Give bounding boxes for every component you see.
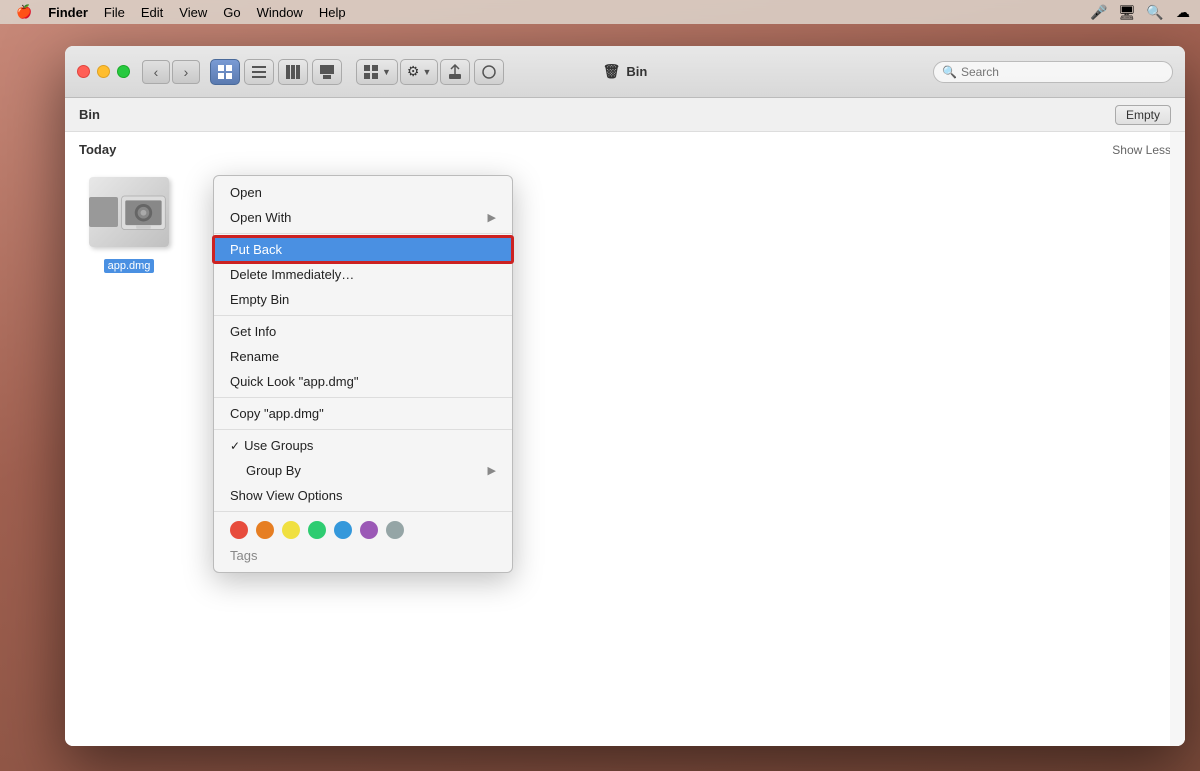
color-dot-yellow[interactable] [282, 521, 300, 539]
separator-4 [214, 429, 512, 430]
apple-menu[interactable]: 🍎 [8, 0, 40, 24]
cm-show-view-options[interactable]: Show View Options [214, 483, 512, 508]
file-area: Today Show Less [65, 132, 1185, 746]
menu-file[interactable]: File [96, 0, 133, 24]
magnify-icon[interactable]: 🔍 [1146, 3, 1164, 21]
column-view-button[interactable] [278, 59, 308, 85]
cm-use-groups[interactable]: ✓ Use Groups [214, 433, 512, 458]
menu-view[interactable]: View [171, 0, 215, 24]
cm-get-info[interactable]: Get Info [214, 319, 512, 344]
separator-1 [214, 233, 512, 234]
file-icon [84, 167, 174, 257]
checkmark-icon: ✓ [230, 439, 240, 453]
share-button[interactable] [440, 59, 470, 85]
list-view-button[interactable] [244, 59, 274, 85]
content-area: Bin Empty Today Show Less [65, 98, 1185, 746]
context-menu: Open Open With ▶ Put Back Delete Immedia… [213, 175, 513, 573]
finder-window: ‹ › ▼ ⚙ ▼ [65, 46, 1185, 746]
cm-quick-look[interactable]: Quick Look "app.dmg" [214, 369, 512, 394]
section-header: Today Show Less [79, 142, 1171, 157]
traffic-lights [77, 65, 130, 78]
upload-icon[interactable]: ☁ [1174, 3, 1192, 21]
dmg-icon-graphic [89, 177, 169, 247]
cm-open[interactable]: Open [214, 180, 512, 205]
cover-view-button[interactable] [312, 59, 342, 85]
arrow-icon: ▶ [488, 211, 496, 224]
breadcrumb-bar: Bin Empty [65, 98, 1185, 132]
title-bar: ‹ › ▼ ⚙ ▼ [65, 46, 1185, 98]
section-title: Today [79, 142, 116, 157]
mic-icon[interactable]: 🎤 [1090, 3, 1108, 21]
menu-window[interactable]: Window [249, 0, 311, 24]
action-button[interactable]: ⚙ ▼ [400, 59, 438, 85]
cm-empty-bin[interactable]: Empty Bin [214, 287, 512, 312]
color-tags [214, 515, 512, 545]
arrange-button[interactable]: ▼ [356, 59, 398, 85]
nav-buttons: ‹ › [142, 60, 200, 84]
breadcrumb: Bin [79, 107, 100, 122]
scrollbar[interactable] [1170, 132, 1185, 746]
tag-button[interactable] [474, 59, 504, 85]
teamviewer-icon[interactable]: 🖥 [1118, 3, 1136, 21]
menubar: 🍎 Finder File Edit View Go Window Help 🎤… [0, 0, 1200, 24]
color-dot-purple[interactable] [360, 521, 378, 539]
cm-copy[interactable]: Copy "app.dmg" [214, 401, 512, 426]
file-label: app.dmg [104, 259, 155, 273]
separator-5 [214, 511, 512, 512]
menu-edit[interactable]: Edit [133, 0, 171, 24]
color-dot-green[interactable] [308, 521, 326, 539]
tags-label: Tags [214, 545, 512, 568]
cm-group-by[interactable]: Group By ▶ [214, 458, 512, 483]
separator-3 [214, 397, 512, 398]
close-button[interactable] [77, 65, 90, 78]
cm-delete-immediately[interactable]: Delete Immediately… [214, 262, 512, 287]
icon-view-button[interactable] [210, 59, 240, 85]
color-dot-orange[interactable] [256, 521, 274, 539]
cm-rename[interactable]: Rename [214, 344, 512, 369]
file-item[interactable]: app.dmg [79, 167, 179, 273]
maximize-button[interactable] [117, 65, 130, 78]
show-less-button[interactable]: Show Less [1112, 143, 1171, 157]
minimize-button[interactable] [97, 65, 110, 78]
separator-2 [214, 315, 512, 316]
color-dot-blue[interactable] [334, 521, 352, 539]
forward-button[interactable]: › [172, 60, 200, 84]
cm-open-with[interactable]: Open With ▶ [214, 205, 512, 230]
dmg-svg [118, 182, 169, 242]
view-buttons [210, 59, 342, 85]
menu-go[interactable]: Go [215, 0, 248, 24]
cm-put-back[interactable]: Put Back [214, 237, 512, 262]
menu-help[interactable]: Help [311, 0, 354, 24]
window-title: 🗑 Bin [603, 63, 648, 80]
menu-finder[interactable]: Finder [40, 0, 96, 24]
color-dot-gray[interactable] [386, 521, 404, 539]
color-dot-red[interactable] [230, 521, 248, 539]
menubar-right-icons: 🎤 🖥 🔍 ☁ [1090, 3, 1192, 21]
empty-button[interactable]: Empty [1115, 105, 1171, 125]
search-input[interactable] [961, 65, 1164, 79]
search-box[interactable]: 🔍 [933, 61, 1173, 83]
group-by-arrow-icon: ▶ [488, 464, 496, 477]
back-button[interactable]: ‹ [142, 60, 170, 84]
